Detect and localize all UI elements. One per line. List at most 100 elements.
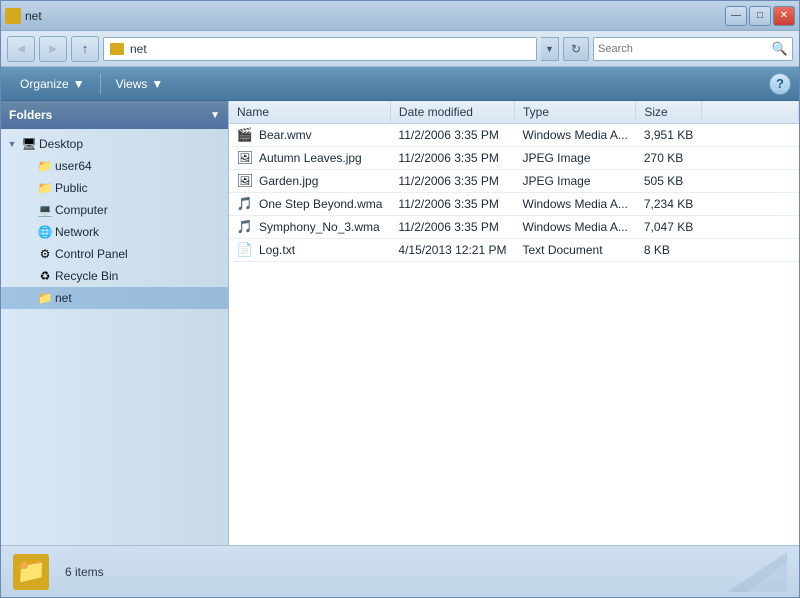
- file-size: 3,951 KB: [636, 124, 701, 147]
- tree-expand-desktop[interactable]: ▼: [5, 137, 19, 151]
- tree-expand-net[interactable]: [21, 291, 35, 305]
- status-folder-icon: 📁: [13, 554, 49, 590]
- file-tbody: 🎬Bear.wmv11/2/2006 3:35 PMWindows Media …: [229, 124, 799, 262]
- sidebar-tree: ▼🖥Desktop📁user64📁Public💻Computer🌐Network…: [1, 129, 228, 313]
- sidebar-header-arrow[interactable]: ▼: [210, 110, 220, 121]
- file-name: 🖼 Autumn Leaves.jpg: [229, 147, 390, 170]
- sidebar-label-public: Public: [55, 181, 88, 195]
- wmv-file-icon: 🎬: [237, 127, 253, 143]
- close-button[interactable]: ✕: [773, 6, 795, 26]
- file-extra: [701, 216, 798, 239]
- tree-expand-user64[interactable]: [21, 159, 35, 173]
- file-date-modified: 4/15/2013 12:21 PM: [390, 239, 514, 262]
- window: net — □ ✕ ◄ ► ↑ net ▼ ↻ 🔍 Organize ▼ Vie…: [0, 0, 800, 598]
- file-name-text: One Step Beyond.wma: [259, 197, 382, 211]
- file-name: 🖼Garden.jpg: [229, 170, 390, 193]
- sidebar-item-desktop[interactable]: ▼🖥Desktop: [1, 133, 228, 155]
- table-row[interactable]: 🎵Symphony_No_3.wma11/2/2006 3:35 PMWindo…: [229, 216, 799, 239]
- file-area: Name Date modified Type Size 🎬Bear.wmv11…: [229, 101, 799, 545]
- tree-expand-computer[interactable]: [21, 203, 35, 217]
- wma-file-icon: 🎵: [237, 219, 253, 235]
- search-box: 🔍: [593, 37, 793, 61]
- tree-expand-recycle[interactable]: [21, 269, 35, 283]
- folder-icon: 📁: [37, 158, 53, 174]
- desktop-icon: 🖥: [21, 136, 37, 152]
- table-header-row: Name Date modified Type Size: [229, 101, 799, 124]
- sidebar-item-computer[interactable]: 💻Computer: [1, 199, 228, 221]
- sidebar-label-net: net: [55, 291, 72, 305]
- tree-expand-controlpanel[interactable]: [21, 247, 35, 261]
- organize-arrow: ▼: [73, 77, 85, 91]
- controlpanel-icon: ⚙: [37, 246, 53, 262]
- txt-file-icon: 📄: [237, 242, 253, 258]
- jpg-file-icon: 🖼: [237, 150, 253, 166]
- file-date-modified: 11/2/2006 3:35 PM: [390, 216, 514, 239]
- table-row[interactable]: 🖼Autumn Leaves.jpg11/2/2006 3:35 PMJPEG …: [229, 147, 799, 170]
- folder-icon: 📁: [37, 180, 53, 196]
- jpg-file-icon: 🖼: [237, 173, 253, 189]
- network-icon: 🌐: [37, 224, 53, 240]
- col-type[interactable]: Type: [515, 101, 636, 124]
- table-row[interactable]: 🎬Bear.wmv11/2/2006 3:35 PMWindows Media …: [229, 124, 799, 147]
- col-size[interactable]: Size: [636, 101, 701, 124]
- wma-file-icon: 🎵: [237, 196, 253, 212]
- back-button[interactable]: ◄: [7, 36, 35, 62]
- file-extra: [701, 239, 798, 262]
- col-name[interactable]: Name: [229, 101, 390, 124]
- file-type: Windows Media A...: [515, 193, 636, 216]
- search-input[interactable]: [598, 43, 772, 55]
- sidebar-item-recycle[interactable]: ♻Recycle Bin: [1, 265, 228, 287]
- file-name: 🎵 One Step Beyond.wma: [229, 193, 390, 216]
- help-button[interactable]: ?: [769, 73, 791, 95]
- refresh-button[interactable]: ↻: [563, 37, 589, 61]
- address-folder-icon: [110, 43, 124, 55]
- sidebar-item-user64[interactable]: 📁user64: [1, 155, 228, 177]
- file-name-text: Log.txt: [259, 243, 295, 257]
- sidebar-item-controlpanel[interactable]: ⚙Control Panel: [1, 243, 228, 265]
- maximize-button[interactable]: □: [749, 6, 771, 26]
- sidebar-header: Folders ▼: [1, 101, 228, 129]
- forward-button[interactable]: ►: [39, 36, 67, 62]
- file-date-modified: 11/2/2006 3:35 PM: [390, 124, 514, 147]
- file-size: 505 KB: [636, 170, 701, 193]
- titlebar-buttons: — □ ✕: [725, 6, 795, 26]
- sidebar-label-computer: Computer: [55, 203, 108, 217]
- table-row[interactable]: 🖼Garden.jpg11/2/2006 3:35 PMJPEG Image50…: [229, 170, 799, 193]
- organize-label: Organize: [20, 77, 69, 91]
- file-name: 🎬Bear.wmv: [229, 124, 390, 147]
- up-button[interactable]: ↑: [71, 36, 99, 62]
- toolbar: Organize ▼ Views ▼ ?: [1, 67, 799, 101]
- addressbar: ◄ ► ↑ net ▼ ↻ 🔍: [1, 31, 799, 67]
- titlebar-left: net: [5, 8, 42, 24]
- file-name: 📄 Log.txt: [229, 239, 390, 262]
- titlebar-title: net: [25, 9, 42, 23]
- monitor-icon: 💻: [37, 202, 53, 218]
- file-size: 7,234 KB: [636, 193, 701, 216]
- minimize-button[interactable]: —: [725, 6, 747, 26]
- sidebar-label-user64: user64: [55, 159, 92, 173]
- tree-expand-public[interactable]: [21, 181, 35, 195]
- sidebar-item-public[interactable]: 📁Public: [1, 177, 228, 199]
- address-dropdown[interactable]: ▼: [541, 37, 559, 61]
- tree-expand-network[interactable]: [21, 225, 35, 239]
- file-name-text: Autumn Leaves.jpg: [259, 151, 362, 165]
- table-row[interactable]: 🎵One Step Beyond.wma11/2/2006 3:35 PMWin…: [229, 193, 799, 216]
- sidebar-label-network: Network: [55, 225, 99, 239]
- corner-decoration: [707, 552, 787, 592]
- search-icon: 🔍: [772, 41, 788, 57]
- col-date[interactable]: Date modified: [390, 101, 514, 124]
- organize-button[interactable]: Organize ▼: [9, 71, 96, 97]
- sidebar-label-desktop: Desktop: [39, 137, 83, 151]
- file-size: 7,047 KB: [636, 216, 701, 239]
- file-name-text: Symphony_No_3.wma: [259, 220, 380, 234]
- sidebar-item-net[interactable]: 📁net: [1, 287, 228, 309]
- toolbar-divider: [100, 74, 101, 94]
- file-extra: [701, 124, 798, 147]
- sidebar-item-network[interactable]: 🌐Network: [1, 221, 228, 243]
- file-type: JPEG Image: [515, 147, 636, 170]
- file-extra: [701, 170, 798, 193]
- views-button[interactable]: Views ▼: [105, 71, 175, 97]
- table-row[interactable]: 📄Log.txt4/15/2013 12:21 PMText Document8…: [229, 239, 799, 262]
- file-size: 8 KB: [636, 239, 701, 262]
- address-path[interactable]: net: [103, 37, 537, 61]
